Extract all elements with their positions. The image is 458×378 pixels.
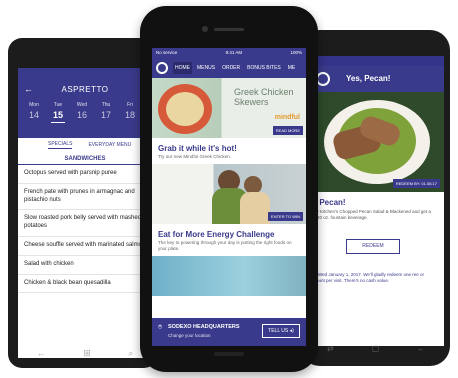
- camera-icon: [202, 26, 208, 32]
- nav-menus[interactable]: MENUS: [195, 62, 217, 74]
- carrier-text: No service: [156, 50, 178, 55]
- promo-heading: Grab it while it's hot!: [158, 144, 237, 153]
- app-logo-icon[interactable]: [316, 72, 330, 86]
- promo-image-family[interactable]: ENTER TO WIN: [152, 163, 306, 224]
- nav-me[interactable]: ME: [286, 62, 298, 74]
- list-item[interactable]: Salad with chicken: [18, 256, 152, 275]
- day-mon[interactable]: Mon 14: [22, 102, 46, 123]
- image-title: Greek Chicken Skewers: [234, 87, 294, 107]
- back-icon[interactable]: ←: [417, 344, 425, 358]
- list-item[interactable]: French pate with prunes in armagnac and …: [18, 184, 152, 211]
- promo-image-3[interactable]: [152, 255, 306, 296]
- day-fri[interactable]: Fri 18: [118, 102, 142, 123]
- page-title: Yes, Pecan!: [346, 74, 391, 83]
- offer-image: REDEEM BY: 01.08.17: [308, 92, 444, 192]
- promo-text: Try our new Mindful Greek Chicken.: [158, 154, 232, 159]
- android-nav-bar: ⇄ ▢ ←: [308, 344, 444, 358]
- location-bar: ⌾ SODEXO HEADQUARTERS Change your locati…: [152, 318, 306, 346]
- search-icon[interactable]: ⌕: [128, 348, 133, 362]
- main-nav: HOME MENUS ORDER BONUS BITES ME: [152, 58, 306, 78]
- offer-description: in My Kitchen's Chopped Pecan Salad & Bl…: [308, 209, 431, 221]
- tab-specials[interactable]: SPECIALS: [48, 141, 73, 149]
- center-phone: No service 9:41 AM 100% HOME MENUS ORDER…: [140, 6, 318, 372]
- tell-us-button[interactable]: TELL US ◂): [262, 324, 300, 338]
- offer-header: Yes, Pecan!: [308, 66, 444, 92]
- change-location-link[interactable]: Change your location: [168, 333, 211, 338]
- page-title: ASPRETTO: [61, 85, 109, 94]
- nav-home[interactable]: HOME: [173, 62, 192, 74]
- menu-tabs: SPECIALS EVERYDAY MENU: [18, 138, 152, 152]
- nav-bonus-bites[interactable]: BONUS BITES: [245, 62, 283, 74]
- windows-home-icon[interactable]: ⊞: [83, 348, 91, 362]
- section-heading: SANDWICHES: [18, 156, 152, 165]
- day-thu[interactable]: Thu 17: [94, 102, 118, 123]
- left-screen: ← ASPRETTO Mon 14 Tue 15 Wed 16 Thu 17 Fri 18…: [18, 68, 152, 358]
- status-bar: [18, 68, 152, 80]
- location-pin-icon: ⌾: [158, 324, 163, 331]
- recent-apps-icon[interactable]: ⇄: [327, 344, 334, 358]
- list-item[interactable]: Slow roasted pork belly served with mash…: [18, 210, 152, 237]
- brand-logo: mindful: [274, 114, 300, 121]
- redeem-by-badge: REDEEM BY: 01.08.17: [392, 179, 440, 188]
- center-screen: No service 9:41 AM 100% HOME MENUS ORDER…: [152, 48, 306, 346]
- bowl-shape: [166, 92, 204, 126]
- day-picker: Mon 14 Tue 15 Wed 16 Thu 17 Fri 18: [22, 102, 148, 123]
- left-phone: ← ASPRETTO Mon 14 Tue 15 Wed 16 Thu 17 Fri 18…: [8, 38, 158, 368]
- list-item[interactable]: Cheese souffle served with marinated sal…: [18, 237, 152, 256]
- person-shape: [240, 191, 270, 224]
- home-indicator: [214, 352, 244, 356]
- windows-nav-bar: ← ⊞ ⌕: [18, 348, 152, 362]
- fine-print: d on Wed January 1, 2017. We'll gladly r…: [308, 272, 425, 284]
- menu-header: ← ASPRETTO Mon 14 Tue 15 Wed 16 Thu 17 Fri 18: [18, 80, 152, 138]
- read-more-button[interactable]: READ MORE: [272, 126, 303, 135]
- day-tue[interactable]: Tue 15: [46, 102, 70, 123]
- right-phone: Yes, Pecan! REDEEM BY: 01.08.17 es, Peca…: [300, 30, 450, 366]
- list-item[interactable]: Chicken & black bean quesadilla: [18, 275, 152, 294]
- clock-text: 9:41 AM: [225, 50, 243, 55]
- nav-order[interactable]: ORDER: [220, 62, 242, 74]
- home-icon[interactable]: ▢: [372, 344, 380, 358]
- status-bar: [308, 56, 444, 66]
- status-bar: No service 9:41 AM 100%: [152, 48, 306, 58]
- speaker-grille: [214, 28, 244, 31]
- app-logo-icon[interactable]: [156, 62, 168, 74]
- right-screen: Yes, Pecan! REDEEM BY: 01.08.17 es, Peca…: [308, 56, 444, 346]
- list-item[interactable]: Octopus served with parsnip puree: [18, 165, 152, 184]
- redeem-button[interactable]: REDEEM: [346, 239, 400, 255]
- enter-to-win-button[interactable]: ENTER TO WIN: [268, 211, 303, 221]
- day-wed[interactable]: Wed 16: [70, 102, 94, 123]
- back-icon[interactable]: ←: [37, 348, 46, 362]
- location-name[interactable]: SODEXO HEADQUARTERS: [168, 324, 240, 330]
- promo-text: The key to powering through your day is …: [158, 239, 292, 251]
- battery-text: 100%: [290, 50, 302, 55]
- promo-heading: Eat for More Energy Challenge: [158, 229, 275, 239]
- tab-everyday-menu[interactable]: EVERYDAY MENU: [88, 142, 131, 148]
- offer-heading: es, Pecan!: [308, 198, 346, 207]
- promo-image-skewers[interactable]: Greek Chicken Skewers mindful READ MORE: [152, 78, 306, 138]
